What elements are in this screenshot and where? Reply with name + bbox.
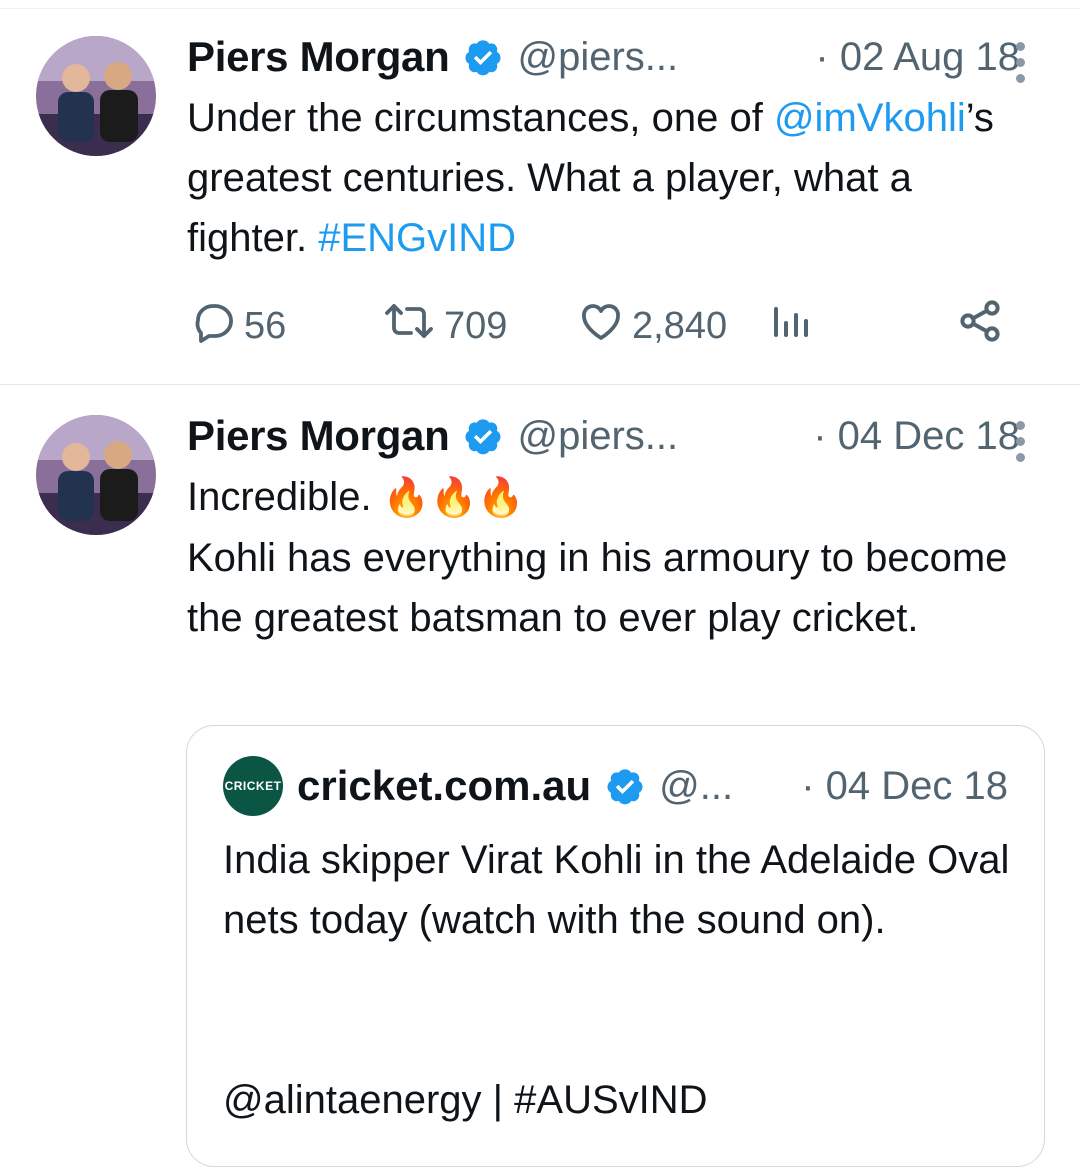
retweet-icon [380, 297, 444, 355]
more-options-icon[interactable] [1014, 42, 1026, 90]
share-button[interactable] [956, 296, 1010, 356]
like-icon [576, 297, 632, 355]
quoted-tweet-text: India skipper Virat Kohli in the Adelaid… [223, 838, 1010, 942]
author-name[interactable]: Piers Morgan [187, 412, 450, 460]
mention-link[interactable]: @imVkohli [774, 96, 966, 140]
retweet-count: 709 [444, 304, 508, 347]
quoted-avatar[interactable]: CRICKET [223, 756, 283, 816]
tweet-actions: 56 709 2,840 [190, 296, 1020, 356]
tweet-text-part: Under the circumstances, one of [187, 96, 774, 140]
quoted-author-handle[interactable]: @... [659, 764, 733, 809]
like-button[interactable]: 2,840 [576, 296, 727, 356]
reply-icon [190, 297, 244, 355]
tweet-date[interactable]: · 04 Dec 18 [813, 414, 1020, 459]
fire-emoji: 🔥🔥🔥 [382, 477, 525, 519]
share-icon [956, 297, 1010, 355]
quoted-tweet-date[interactable]: · 04 Dec 18 [801, 764, 1008, 809]
quoted-tweet-tags[interactable]: @alintaenergy | #AUSvIND [223, 1070, 708, 1130]
tweet-text-line: Kohli has everything in his armoury to b… [187, 536, 1008, 640]
tweet-card[interactable]: Piers Morgan @piers... · 02 Aug 18 Under… [0, 0, 1080, 385]
tweet-card[interactable]: Piers Morgan @piers... · 04 Dec 18 Incre… [0, 385, 1080, 1167]
author-name[interactable]: Piers Morgan [187, 33, 450, 81]
quoted-tweet[interactable]: CRICKET cricket.com.au @... · 04 Dec 18 … [186, 725, 1045, 1167]
quoted-author-name[interactable]: cricket.com.au [297, 762, 591, 810]
tweet-text-line: Incredible. [187, 475, 383, 519]
avatar[interactable] [36, 36, 156, 156]
verified-badge-icon [463, 37, 503, 77]
verified-badge-icon [463, 416, 503, 456]
tweet-text: Under the circumstances, one of @imVkohl… [187, 88, 1037, 268]
tweet-text: Incredible. 🔥🔥🔥 Kohli has everything in … [187, 467, 1037, 648]
quoted-avatar-logo-text: CRICKET [224, 779, 282, 793]
hashtag-link[interactable]: #ENGvIND [318, 216, 516, 260]
avatar[interactable] [36, 415, 156, 535]
tweet-date[interactable]: · 02 Aug 18 [815, 35, 1020, 80]
like-count: 2,840 [632, 304, 728, 347]
verified-badge-icon [605, 766, 645, 806]
author-handle[interactable]: @piers... [517, 35, 678, 80]
author-handle[interactable]: @piers... [517, 414, 678, 459]
retweet-button[interactable]: 709 [380, 296, 507, 356]
views-button[interactable] [768, 296, 822, 356]
more-options-icon[interactable] [1014, 421, 1026, 469]
reply-count: 56 [244, 304, 287, 347]
reply-button[interactable]: 56 [190, 296, 286, 356]
views-icon [768, 297, 822, 355]
